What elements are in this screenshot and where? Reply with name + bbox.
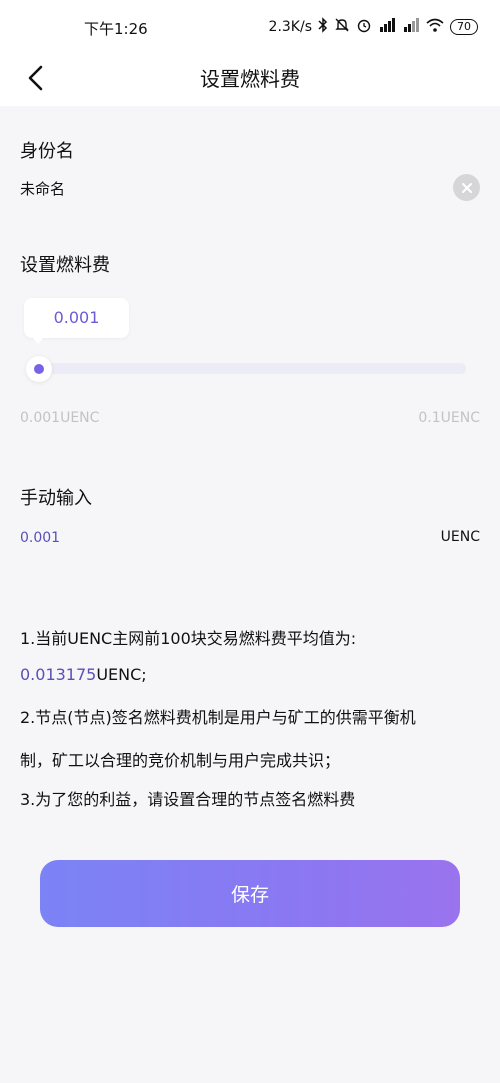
identity-name-field[interactable]: 未命名 bbox=[20, 178, 65, 199]
nav-bar: 设置燃料费 bbox=[0, 52, 500, 106]
save-button[interactable]: 保存 bbox=[40, 860, 460, 927]
fee-value-bubble: 0.001 bbox=[24, 298, 129, 338]
clear-button[interactable] bbox=[453, 174, 480, 201]
note-line-1: 1.当前UENC主网前100块交易燃料费平均值为: bbox=[20, 629, 357, 648]
fee-slider-handle[interactable] bbox=[26, 356, 52, 382]
mute-icon bbox=[334, 17, 350, 37]
wifi-icon bbox=[426, 17, 444, 37]
fee-min-label: 0.001UENC bbox=[20, 410, 100, 426]
note-line-5: 3.为了您的利益，请设置合理的节点签名燃料费 bbox=[20, 790, 356, 809]
fee-max-label: 0.1UENC bbox=[418, 410, 480, 426]
status-icons: 2.3K/s 70 bbox=[269, 17, 478, 37]
signal-icon bbox=[402, 17, 420, 37]
manual-input-label: 手动输入 bbox=[20, 488, 92, 509]
alarm-icon bbox=[356, 17, 372, 37]
identity-label: 身份名 bbox=[20, 141, 74, 162]
average-fee-unit: UENC; bbox=[96, 665, 147, 684]
note-line-3: 2.节点(节点)签名燃料费机制是用户与矿工的供需平衡机 bbox=[20, 708, 416, 727]
signal-icon bbox=[378, 17, 396, 37]
network-speed: 2.3K/s bbox=[268, 19, 312, 35]
manual-fee-input[interactable] bbox=[20, 526, 400, 550]
note-line-4: 制，矿工以合理的竞价机制与用户完成共识； bbox=[20, 751, 341, 770]
status-bar: 下午1:26 2.3K/s 70 bbox=[0, 0, 500, 52]
fee-label: 设置燃料费 bbox=[20, 255, 110, 276]
bubble-tail bbox=[31, 336, 45, 344]
fee-slider-track[interactable] bbox=[34, 363, 466, 374]
status-time: 下午1:26 bbox=[84, 20, 148, 38]
unit-label: UENC bbox=[440, 529, 480, 545]
average-fee-value: 0.013175 bbox=[20, 665, 97, 684]
note-line-2: 0.013175UENC; bbox=[20, 665, 147, 684]
bluetooth-icon bbox=[318, 17, 328, 37]
page-title: 设置燃料费 bbox=[200, 67, 300, 91]
page: 下午1:26 2.3K/s 70 设置燃料费 身份名 未命名 设置燃料费 0.0… bbox=[0, 0, 500, 1083]
battery-indicator: 70 bbox=[450, 19, 478, 35]
close-icon bbox=[461, 182, 472, 193]
